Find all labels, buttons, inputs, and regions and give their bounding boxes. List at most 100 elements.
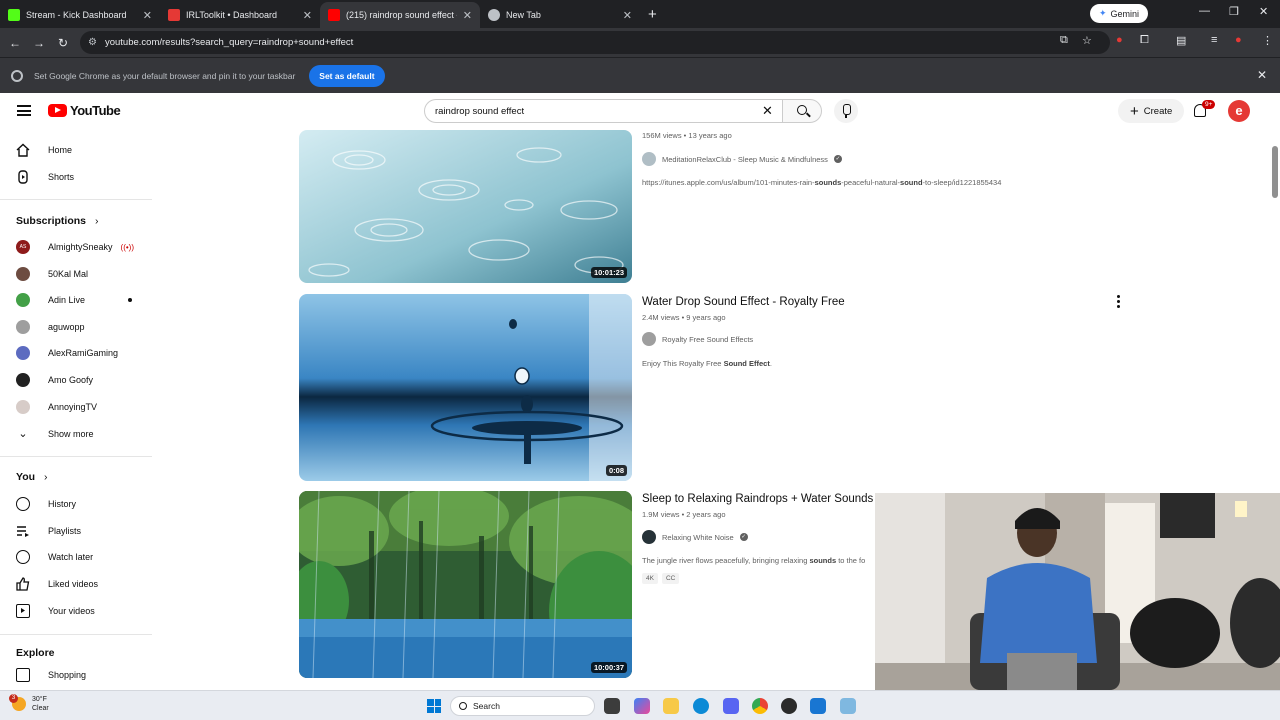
video-result[interactable]: 0:08 Water Drop Sound Effect - Royalty F… [299, 294, 1120, 481]
more-actions-icon[interactable] [1117, 295, 1120, 310]
profile-icon[interactable]: ● [1235, 34, 1242, 46]
task-view-icon[interactable] [604, 698, 620, 714]
tab-youtube-search[interactable]: (215) raindrop sound effect - Y ✕ [320, 2, 480, 28]
chrome-taskbar-icon[interactable] [752, 698, 768, 714]
bookmark-star-icon[interactable]: ☆ [1082, 34, 1092, 47]
youtube-logo[interactable]: YouTube [48, 103, 121, 118]
jungle-rain-image [299, 491, 632, 678]
extension-red-icon[interactable]: ● [1116, 34, 1123, 46]
subscriptions-heading[interactable]: Subscriptions › [16, 215, 98, 227]
close-icon[interactable]: ✕ [303, 9, 312, 22]
sidebar-item-your-videos[interactable]: Your videos [16, 601, 146, 621]
you-heading[interactable]: You › [16, 471, 47, 483]
youtube-favicon-icon [328, 9, 340, 21]
sidebar-item-history[interactable]: History [16, 494, 146, 514]
search-button[interactable] [782, 99, 822, 123]
duration-badge: 10:01:23 [590, 267, 627, 278]
video-thumbnail[interactable]: 10:01:23 [299, 130, 632, 283]
video-title[interactable]: Water Drop Sound Effect - Royalty Free [642, 296, 845, 308]
4k-badge: 4K [642, 573, 658, 584]
close-icon[interactable]: ✕ [143, 9, 152, 22]
tab-irltoolkit[interactable]: IRLToolkit • Dashboard ✕ [160, 2, 320, 28]
sidebar-item-label: Playlists [48, 526, 82, 536]
cc-badge: CC [661, 573, 680, 584]
tab-new-tab[interactable]: New Tab ✕ [480, 2, 640, 28]
menu-icon[interactable]: ⋮ [1262, 34, 1273, 47]
video-meta: 156M views • 13 years ago [642, 131, 732, 140]
video-thumbnail[interactable]: 0:08 [299, 294, 632, 481]
channel-avatar [642, 332, 656, 346]
file-explorer-icon[interactable] [663, 698, 679, 714]
shopping-bag-icon [16, 668, 30, 682]
video-description: The jungle river flows peacefully, bring… [642, 556, 865, 565]
forward-icon[interactable]: → [27, 36, 51, 50]
desc-text: Enjoy This Royalty Free [642, 359, 724, 368]
taskbar-search-input[interactable]: Search [450, 696, 595, 716]
sidebar-subscription-item[interactable]: AnnoyingTV [16, 397, 146, 417]
sidebar-subscription-item[interactable]: AS AlmightySneaky ((•)) [16, 237, 146, 257]
windows-start-icon[interactable] [427, 699, 441, 713]
weather-widget[interactable]: 3 30°F Clear [9, 694, 49, 713]
youtube-masthead: YouTube raindrop sound effect ✕ + Create… [0, 93, 1280, 130]
side-panel-icon[interactable]: ▤ [1176, 34, 1186, 47]
gemini-button[interactable]: ✦ Gemini [1089, 4, 1148, 23]
minimize-icon[interactable]: — [1199, 5, 1210, 17]
desc-text: https://itunes.apple.com/us/album/101-mi… [642, 178, 815, 187]
set-as-default-button[interactable]: Set as default [309, 64, 385, 87]
desc-keyword: sounds [809, 556, 837, 565]
channel-link[interactable]: Royalty Free Sound Effects [642, 332, 753, 346]
infobar-close-icon[interactable]: ✕ [1257, 68, 1267, 82]
notification-count-badge: 9+ [1202, 100, 1216, 109]
sidebar-subscription-item[interactable]: aguwopp [16, 317, 146, 337]
address-bar[interactable]: ⚙ youtube.com/results?search_query=raind… [80, 31, 1110, 54]
search-icon [797, 105, 807, 115]
page-scrollbar-thumb[interactable] [1272, 146, 1278, 198]
sidebar-item-watch-later[interactable]: Watch later [16, 547, 146, 567]
restore-icon[interactable]: ❐ [1229, 5, 1239, 18]
taskbar-search-placeholder: Search [473, 701, 500, 711]
video-result[interactable]: 10:01:23 156M views • 13 years ago Medit… [299, 130, 1119, 283]
weather-condition: Clear [32, 705, 49, 712]
discord-icon[interactable] [723, 698, 739, 714]
close-icon[interactable]: ✕ [623, 9, 632, 22]
sidebar-subscription-item[interactable]: 50Kal Mal [16, 264, 146, 284]
guide-menu-icon[interactable] [17, 105, 31, 116]
close-icon[interactable]: ✕ [463, 9, 472, 22]
create-button[interactable]: + Create [1118, 99, 1185, 123]
new-tab-button[interactable]: + [648, 2, 657, 28]
extensions-icon[interactable]: ⧠ [1140, 34, 1149, 47]
subscriptions-heading-label: Subscriptions [16, 215, 87, 227]
account-avatar[interactable]: e [1228, 100, 1250, 122]
edge-icon[interactable] [693, 698, 709, 714]
sidebar-item-playlists[interactable]: Playlists [16, 521, 146, 541]
voice-search-icon[interactable] [834, 99, 858, 123]
media-controls-icon[interactable]: ≡ [1211, 34, 1217, 46]
show-more-button[interactable]: ⌄ Show more [16, 424, 146, 444]
sidebar-item-liked-videos[interactable]: Liked videos [16, 574, 146, 594]
sidebar-subscription-item[interactable]: Amo Goofy [16, 370, 146, 390]
sidebar-subscription-item[interactable]: AlexRamiGaming [16, 343, 146, 363]
back-icon[interactable]: ← [3, 36, 27, 50]
video-thumbnail[interactable]: 10:00:37 [299, 491, 632, 678]
channel-link[interactable]: Relaxing White Noise ✓ [642, 530, 748, 544]
sidebar-item-shopping[interactable]: Shopping [16, 665, 146, 685]
tab-kick-dashboard[interactable]: Stream - Kick Dashboard ✕ [0, 2, 160, 28]
app-icon[interactable] [840, 698, 856, 714]
video-title[interactable]: Sleep to Relaxing Raindrops + Water Soun… [642, 493, 873, 505]
app-icon[interactable] [810, 698, 826, 714]
install-icon[interactable]: ⧉ [1060, 34, 1068, 47]
window-close-icon[interactable]: ✕ [1259, 5, 1268, 18]
channel-link[interactable]: MeditationRelaxClub - Sleep Music & Mind… [642, 152, 842, 166]
reload-icon[interactable]: ↻ [51, 36, 75, 50]
channel-avatar [642, 152, 656, 166]
gemini-label: Gemini [1110, 8, 1139, 19]
sidebar-item-home[interactable]: Home [16, 140, 146, 160]
clear-search-icon[interactable]: ✕ [762, 103, 773, 119]
sidebar-item-label: Shopping [48, 670, 87, 680]
sidebar-item-shorts[interactable]: Shorts [16, 167, 146, 187]
sidebar-subscription-item[interactable]: Adin Live [16, 290, 146, 310]
site-info-icon[interactable]: ⚙ [88, 37, 97, 48]
search-input[interactable]: raindrop sound effect [424, 99, 784, 123]
app-icon[interactable] [781, 698, 797, 714]
copilot-icon[interactable] [634, 698, 650, 714]
